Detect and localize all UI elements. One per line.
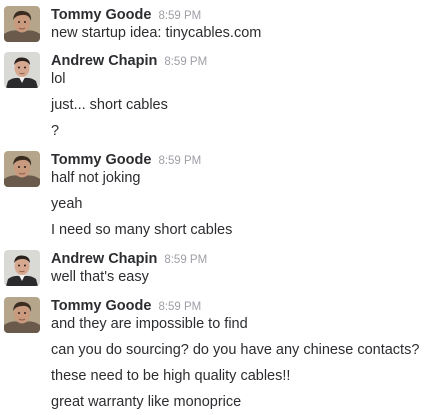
sender-name[interactable]: Tommy Goode (51, 152, 151, 168)
avatar[interactable] (4, 297, 40, 333)
message-text: new startup idea: tinycables.com (51, 25, 262, 41)
timestamp[interactable]: 8:59 PM (158, 301, 201, 313)
timestamp[interactable]: 8:59 PM (158, 10, 201, 22)
avatar[interactable] (4, 151, 40, 187)
sender-name[interactable]: Andrew Chapin (51, 251, 157, 267)
sender-name[interactable]: Andrew Chapin (51, 53, 157, 69)
timestamp[interactable]: 8:59 PM (164, 254, 207, 266)
avatar[interactable] (4, 6, 40, 42)
timestamp[interactable]: 8:59 PM (158, 155, 201, 167)
message-header: Andrew Chapin 8:59 PM (51, 250, 207, 270)
message-text: I need so many short cables (51, 222, 233, 238)
andrew-avatar-icon (4, 52, 40, 88)
message-header: Tommy Goode 8:59 PM (51, 151, 201, 171)
timestamp[interactable]: 8:59 PM (164, 56, 207, 68)
tommy-avatar-icon (4, 297, 40, 333)
message-header: Andrew Chapin 8:59 PM (51, 52, 207, 72)
message-text: ? (51, 123, 60, 139)
message-text: yeah (51, 196, 83, 212)
message-text: can you do sourcing? do you have any chi… (51, 342, 420, 358)
tommy-avatar-icon (4, 151, 40, 187)
tommy-avatar-icon (4, 6, 40, 42)
andrew-avatar-icon (4, 250, 40, 286)
message-header: Tommy Goode 8:59 PM (51, 297, 201, 317)
message-text: and they are impossible to find (51, 316, 248, 332)
message-header: Tommy Goode 8:59 PM (51, 6, 201, 26)
message-list: Tommy Goode 8:59 PM new startup idea: tin… (0, 0, 446, 415)
message-text: well that's easy (51, 269, 149, 285)
message-text: just... short cables (51, 97, 168, 113)
avatar[interactable] (4, 250, 40, 286)
message-text: these need to be high quality cables!! (51, 368, 291, 384)
message-text: half not joking (51, 170, 141, 186)
sender-name[interactable]: Tommy Goode (51, 7, 151, 23)
avatar[interactable] (4, 52, 40, 88)
message-text: lol (51, 71, 66, 87)
message-text: great warranty like monoprice (51, 394, 242, 410)
sender-name[interactable]: Tommy Goode (51, 298, 151, 314)
